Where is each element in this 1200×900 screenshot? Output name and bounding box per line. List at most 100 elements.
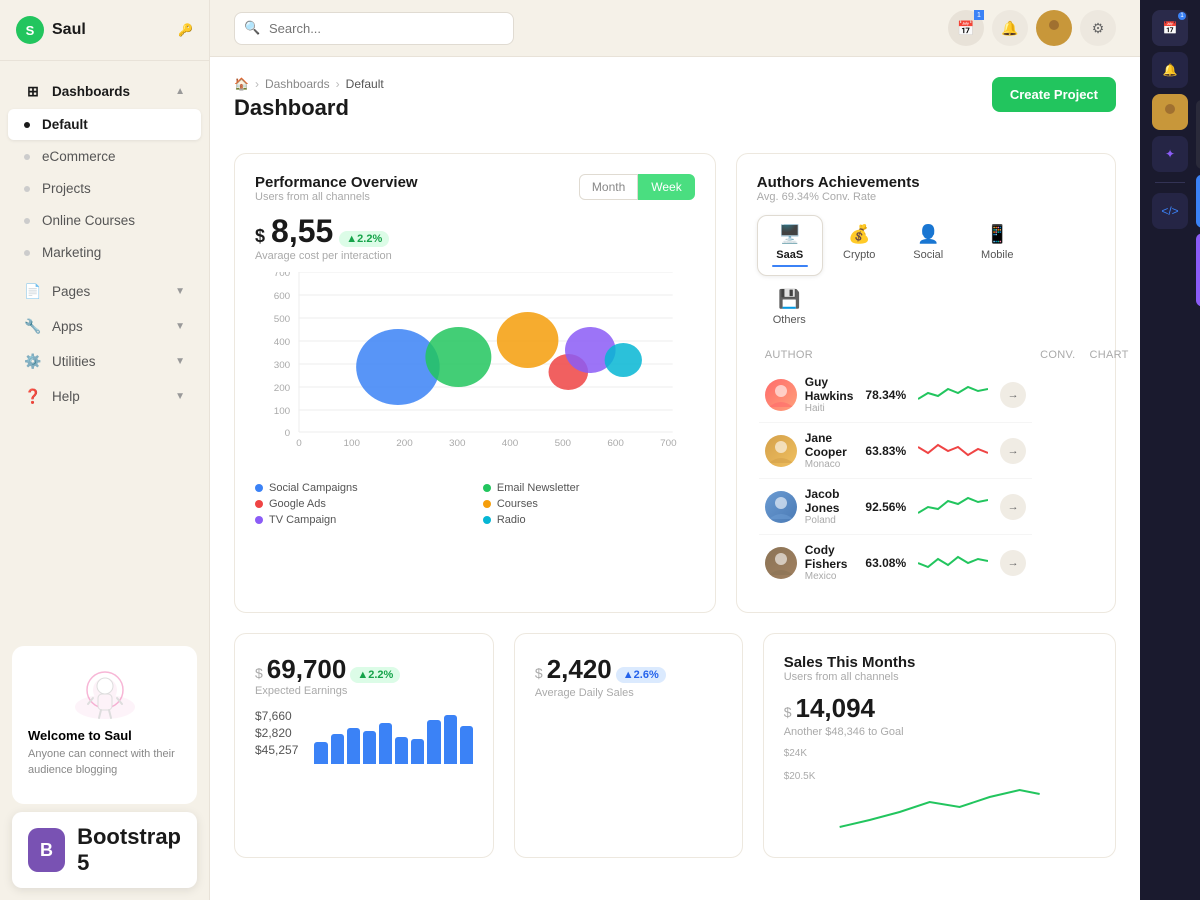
welcome-title: Welcome to Saul: [28, 728, 181, 743]
earnings-header: $ 69,700 ▲2.2% Expected Earnings: [255, 654, 473, 697]
sidebar-back-arrow[interactable]: 🔑: [178, 23, 193, 37]
view-cell: →: [994, 374, 1032, 416]
calendar-rp-btn[interactable]: 📅 1: [1152, 10, 1188, 46]
month-btn[interactable]: Month: [579, 174, 638, 200]
author-cell: Jacob Jones Poland: [759, 479, 860, 534]
conv-value: 78.34%: [865, 388, 906, 402]
view-button[interactable]: →: [1000, 382, 1026, 408]
stat-badge: ▲2.2%: [339, 231, 389, 247]
avatar: [765, 547, 797, 579]
author-country: Mexico: [805, 571, 854, 582]
sidebar-item-ecommerce[interactable]: eCommerce: [8, 141, 201, 172]
daily-sales-label: Average Daily Sales: [535, 687, 722, 699]
tab-social[interactable]: 👤 Social: [896, 215, 961, 276]
sparkline: [918, 381, 988, 406]
user-avatar[interactable]: [1036, 10, 1072, 46]
sales-y2: $20.5K: [784, 771, 1095, 782]
bar-4: [363, 731, 376, 764]
sales-dollar: $: [784, 704, 792, 720]
earnings-bars: [314, 709, 473, 764]
calendar-rp-icon: 📅: [1163, 21, 1178, 35]
sparkline: [918, 437, 988, 462]
perf-card-header: Performance Overview Users from all chan…: [255, 174, 695, 203]
ecommerce-dot: [24, 154, 30, 160]
legend-tv: TV Campaign: [255, 514, 467, 526]
tab-others[interactable]: 💾 Others: [757, 280, 822, 335]
svg-text:200: 200: [396, 438, 412, 448]
help-chevron: ▼: [175, 391, 185, 402]
earnings-stat: $ 69,700 ▲2.2% Expected Earnings: [255, 654, 400, 697]
user-rp-btn[interactable]: [1152, 94, 1188, 130]
svg-text:100: 100: [344, 438, 360, 448]
avatar-image: [1043, 17, 1065, 39]
sidebar-item-apps[interactable]: 🔧 Apps ▼: [8, 309, 201, 343]
view-button[interactable]: →: [1000, 438, 1026, 464]
tab-mobile[interactable]: 📱 Mobile: [965, 215, 1030, 276]
author-name-group: Guy Hawkins Haiti: [805, 375, 854, 414]
search-icon: 🔍: [244, 20, 260, 36]
author-tabs: 🖥️ SaaS 💰 Crypto 👤 Social: [757, 215, 1095, 335]
sidebar-item-help[interactable]: ❓ Help ▼: [8, 379, 201, 413]
author-info: Guy Hawkins Haiti: [765, 375, 854, 414]
help-floating-button[interactable]: Help: [1196, 175, 1200, 228]
apps-icon: 🔧: [24, 317, 42, 335]
author-cell: Guy Hawkins Haiti: [759, 367, 860, 422]
view-button[interactable]: →: [1000, 550, 1026, 576]
legend-dot-tv: [255, 516, 263, 524]
table-row: Guy Hawkins Haiti 78.34%: [759, 367, 1032, 423]
tab-crypto[interactable]: 💰 Crypto: [827, 215, 892, 276]
main-scroll: 🏠 › Dashboards › Default Dashboard Creat…: [210, 57, 1140, 900]
author-name: Cody Fishers: [805, 543, 854, 571]
sidebar-item-pages[interactable]: 📄 Pages ▼: [8, 274, 201, 308]
bottom-row: $ 69,700 ▲2.2% Expected Earnings $7,660 …: [234, 633, 1116, 858]
svg-text:0: 0: [285, 428, 290, 438]
settings-btn[interactable]: ⚙: [1080, 10, 1116, 46]
svg-text:400: 400: [274, 337, 290, 347]
earnings-value-row: $ 69,700 ▲2.2%: [255, 654, 400, 685]
svg-text:600: 600: [607, 438, 623, 448]
table-row: Cody Fishers Mexico 63.08%: [759, 535, 1032, 590]
tab-saas[interactable]: 🖥️ SaaS: [757, 215, 823, 276]
search-input[interactable]: [234, 12, 514, 45]
sales-value-row: $ 14,094: [784, 693, 1095, 724]
sidebar-item-utilities[interactable]: ⚙️ Utilities ▼: [8, 344, 201, 378]
explore-button[interactable]: Explore: [1196, 100, 1200, 169]
author-info: Jane Cooper Monaco: [765, 431, 854, 470]
mobile-tab-label: Mobile: [981, 249, 1013, 261]
stat-dollar: $: [255, 226, 265, 247]
week-btn[interactable]: Week: [638, 174, 694, 200]
chart-cell: [912, 429, 994, 473]
legend-google: Google Ads: [255, 498, 467, 510]
sales-header: Sales This Months Users from all channel…: [784, 654, 1095, 683]
breadcrumb-dashboards[interactable]: Dashboards: [265, 77, 330, 91]
create-project-button[interactable]: Create Project: [992, 77, 1116, 112]
sidebar-item-marketing[interactable]: Marketing: [8, 237, 201, 268]
calendar-btn[interactable]: 📅 1: [948, 10, 984, 46]
sidebar-item-default[interactable]: Default: [8, 109, 201, 140]
crypto-tab-label: Crypto: [843, 249, 875, 261]
svg-text:600: 600: [274, 291, 290, 301]
calendar-icon: 📅: [957, 20, 974, 37]
perf-card-title-group: Performance Overview Users from all chan…: [255, 174, 418, 203]
author-country: Poland: [805, 515, 854, 526]
sidebar-item-online-courses[interactable]: Online Courses: [8, 205, 201, 236]
buy-button[interactable]: Buy now: [1196, 233, 1200, 306]
earnings-dollar: $: [255, 665, 263, 681]
svg-text:200: 200: [274, 383, 290, 393]
sidebar-item-dashboards[interactable]: ⊞ Dashboards ▲: [8, 74, 201, 108]
authors-table: AUTHOR CONV. CHART VIEW: [757, 343, 1140, 592]
conv-col-header: CONV.: [1034, 345, 1081, 365]
inner-content: 🏠 › Dashboards › Default Dashboard Creat…: [210, 57, 1140, 878]
svg-text:700: 700: [274, 272, 290, 279]
page-header: 🏠 › Dashboards › Default Dashboard Creat…: [234, 77, 1116, 137]
notification-rp-btn[interactable]: 🔔: [1152, 52, 1188, 88]
sidebar-item-projects[interactable]: Projects: [8, 173, 201, 204]
notification-btn[interactable]: 🔔: [992, 10, 1028, 46]
legend-dot-social: [255, 484, 263, 492]
view-button[interactable]: →: [1000, 494, 1026, 520]
help-icon: ❓: [24, 387, 42, 405]
conv-value: 63.83%: [865, 444, 906, 458]
sales-title: Sales This Months: [784, 654, 1095, 671]
code-rp-btn[interactable]: </>: [1152, 193, 1188, 229]
settings-rp-btn[interactable]: ✦: [1152, 136, 1188, 172]
